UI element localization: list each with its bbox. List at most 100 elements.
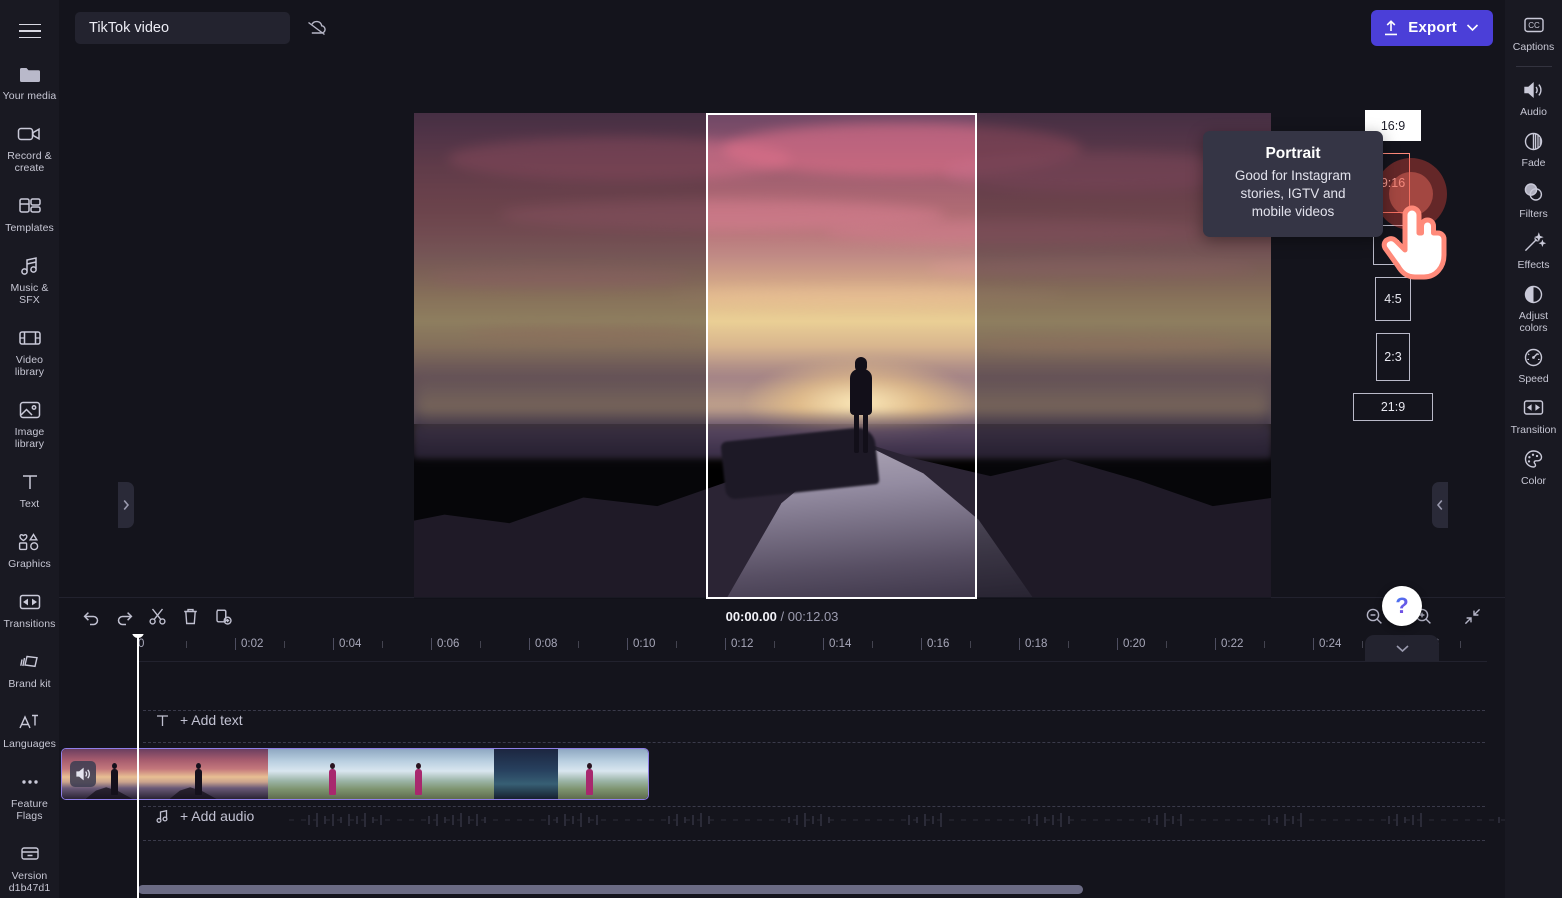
total-time: 00:12.03 <box>787 608 839 624</box>
property-item-effects[interactable]: Effects <box>1505 224 1562 275</box>
property-item-label: Effects <box>1517 259 1550 271</box>
property-item-label: Fade <box>1521 157 1546 169</box>
crop-dim-left <box>414 113 706 599</box>
sidebar-item-image-library[interactable]: Image library <box>0 392 59 454</box>
translate-icon <box>17 710 43 734</box>
sidebar-item-label: Transitions <box>3 618 56 630</box>
sidebar-item-version[interactable]: Version d1b47d1 <box>0 836 59 898</box>
sidebar-item-brand-kit[interactable]: Brand kit <box>0 644 59 694</box>
package-icon <box>17 842 43 866</box>
property-item-label: Filters <box>1519 208 1548 220</box>
time-display: 00:00.00 / 00:12.03 <box>59 609 1505 624</box>
text-icon <box>155 713 170 728</box>
right-sidebar: CC Captions Audio Fade Filters Effects A… <box>1505 0 1562 898</box>
property-item-transition[interactable]: Transition <box>1505 389 1562 440</box>
ruler-label: 0:22 <box>1221 638 1244 650</box>
add-text-label: + Add text <box>180 712 243 728</box>
playhead[interactable] <box>132 634 144 898</box>
text-track-top-divider <box>143 710 1485 711</box>
ruler-label: 0:12 <box>731 638 754 650</box>
help-button[interactable]: ? <box>1382 586 1422 626</box>
timeline-ruler[interactable]: 0 0:02 0:04 0:06 0:08 0:10 0:12 0:14 0:1… <box>137 634 1487 662</box>
ruler-label: 0:16 <box>927 638 950 650</box>
ruler-label: 0:06 <box>437 638 460 650</box>
timeline-horizontal-scrollbar[interactable] <box>138 885 1083 894</box>
portrait-crop-frame[interactable] <box>706 113 977 599</box>
export-button[interactable]: Export <box>1371 9 1493 46</box>
clip-audio-toggle[interactable] <box>70 761 96 787</box>
ratio-21x9[interactable]: 21:9 <box>1353 393 1433 421</box>
property-item-captions[interactable]: CC Captions <box>1505 6 1562 57</box>
text-track-bottom-divider <box>143 742 1485 743</box>
sidebar-item-your-media[interactable]: Your media <box>0 56 59 106</box>
upload-icon <box>1383 19 1399 37</box>
collapse-right-panel-handle[interactable] <box>1432 482 1448 528</box>
sidebar-item-feature-flags[interactable]: Feature Flags <box>0 764 59 826</box>
video-clip[interactable] <box>61 748 649 800</box>
cloud-off-icon[interactable] <box>302 13 332 43</box>
sidebar-item-text[interactable]: Text <box>0 464 59 514</box>
ruler-label: 0:04 <box>339 638 362 650</box>
timeline-panel: 00:00.00 / 00:12.03 0 0:02 0:04 0:06 0:0… <box>59 597 1505 898</box>
property-item-audio[interactable]: Audio <box>1505 71 1562 122</box>
undo-icon[interactable] <box>75 601 107 631</box>
property-item-speed[interactable]: Speed <box>1505 338 1562 389</box>
sidebar-item-label: Brand kit <box>8 678 51 690</box>
ruler-label: 0:02 <box>241 638 264 650</box>
sidebar-item-label: Version d1b47d1 <box>8 870 51 894</box>
folder-icon <box>17 62 43 86</box>
collapse-arrows-icon[interactable] <box>1456 601 1488 631</box>
main-column: Export <box>59 0 1505 898</box>
palette-icon <box>1521 447 1547 471</box>
tooltip-body: Good for Instagram stories, IGTV and mob… <box>1234 168 1352 219</box>
camera-icon <box>17 122 43 146</box>
add-audio-button[interactable]: + Add audio <box>155 808 254 824</box>
ruler-label: 0:14 <box>829 638 852 650</box>
sidebar-item-record-create[interactable]: Record & create <box>0 116 59 178</box>
timeline-body: 0 0:02 0:04 0:06 0:08 0:10 0:12 0:14 0:1… <box>59 634 1505 898</box>
sidebar-item-video-library[interactable]: Video library <box>0 320 59 382</box>
sidebar-item-graphics[interactable]: Graphics <box>0 524 59 574</box>
speaker-icon <box>1521 78 1547 102</box>
ruler-label: 0:20 <box>1123 638 1146 650</box>
time-separator: / <box>780 608 785 624</box>
project-title-input[interactable] <box>75 11 290 44</box>
text-icon <box>17 470 43 494</box>
redo-icon[interactable] <box>108 601 140 631</box>
ratio-4x5[interactable]: 4:5 <box>1375 277 1411 321</box>
property-item-color[interactable]: Color <box>1505 440 1562 491</box>
duplicate-icon[interactable] <box>207 601 239 631</box>
add-text-button[interactable]: + Add text <box>155 712 243 728</box>
sidebar-item-templates[interactable]: Templates <box>0 188 59 238</box>
expand-left-panel-handle[interactable] <box>118 482 134 528</box>
brandkit-icon <box>17 650 43 674</box>
sidebar-item-music-sfx[interactable]: Music & SFX <box>0 248 59 310</box>
hamburger-icon[interactable] <box>10 16 50 46</box>
film-icon <box>17 326 43 350</box>
ratio-2x3[interactable]: 2:3 <box>1376 333 1410 381</box>
timeline-toolbar: 00:00.00 / 00:12.03 <box>59 598 1505 634</box>
svg-text:CC: CC <box>1528 21 1540 30</box>
collapse-panel-tab[interactable] <box>1365 635 1439 661</box>
trash-icon[interactable] <box>174 601 206 631</box>
filters-icon <box>1521 180 1547 204</box>
sidebar-item-label: Your media <box>2 90 57 102</box>
magic-wand-icon <box>1521 231 1547 255</box>
sidebar-item-languages[interactable]: Languages <box>0 704 59 754</box>
property-item-adjust-colors[interactable]: Adjust colors <box>1505 275 1562 338</box>
speedometer-icon <box>1521 345 1547 369</box>
ellipsis-icon <box>17 770 43 794</box>
sidebar-item-label: Templates <box>5 222 54 234</box>
fade-icon <box>1521 129 1547 153</box>
shapes-icon <box>17 530 43 554</box>
property-item-label: Speed <box>1518 373 1549 385</box>
video-stage[interactable] <box>414 113 1271 599</box>
sidebar-item-transitions[interactable]: Transitions <box>0 584 59 634</box>
scissors-icon[interactable] <box>141 601 173 631</box>
image-icon <box>17 398 43 422</box>
audio-waveform-decoration <box>289 813 1505 827</box>
ruler-label: 0:24 <box>1319 638 1342 650</box>
property-item-fade[interactable]: Fade <box>1505 122 1562 173</box>
property-item-filters[interactable]: Filters <box>1505 173 1562 224</box>
music-note-icon <box>17 254 43 278</box>
